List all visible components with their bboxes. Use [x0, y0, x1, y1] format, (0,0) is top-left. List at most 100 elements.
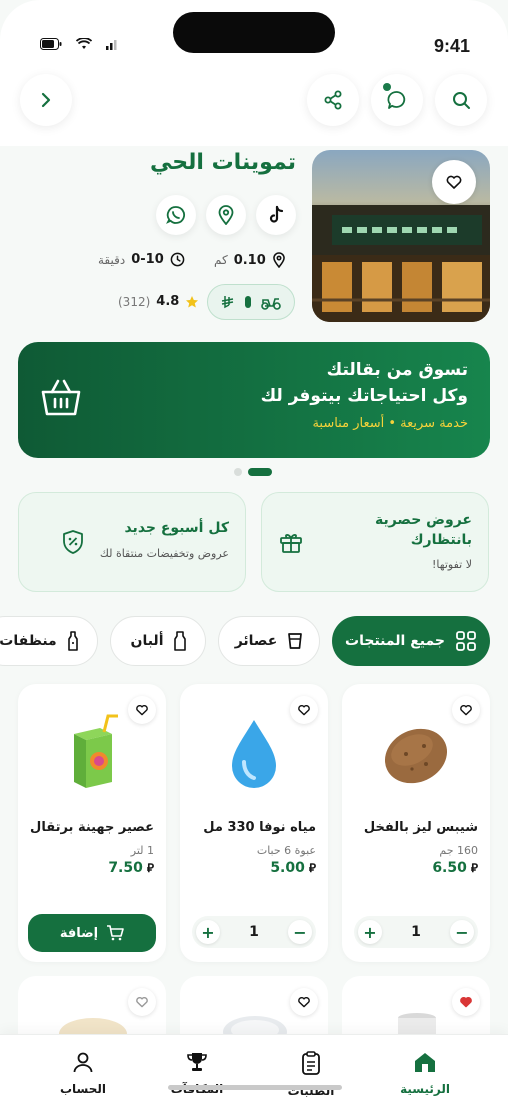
- favorite-button[interactable]: [128, 988, 156, 1016]
- delivery-scooter-icon: [261, 298, 281, 310]
- product-price: 6.50 ⃁: [432, 860, 478, 876]
- store-favorite-button[interactable]: [432, 160, 476, 204]
- decrease-button[interactable]: −: [450, 920, 474, 944]
- store-delivery-time: 0-10 دقيقة: [98, 252, 185, 267]
- potato-icon: [384, 728, 448, 784]
- decrease-button[interactable]: −: [288, 920, 312, 944]
- time-value: 0-10: [131, 252, 164, 267]
- quantity-value: 1: [411, 924, 421, 940]
- home-icon: [415, 1053, 435, 1072]
- wifi-icon: [76, 38, 92, 49]
- riyal-symbol: ⃁: [146, 861, 154, 875]
- product-name: شيبس ليز بالفخل: [363, 820, 478, 835]
- carousel-dots[interactable]: [234, 468, 272, 476]
- tab-juices[interactable]: عصائر: [218, 616, 320, 666]
- distance-unit: كم: [214, 253, 228, 267]
- promo-card-weekly[interactable]: كل أسبوع جديد عروض وتخفيضات منتقاة لك: [18, 492, 246, 592]
- back-button[interactable]: [20, 74, 72, 126]
- heart-icon: [446, 175, 462, 189]
- tab-label: جميع المنتجات: [345, 633, 445, 649]
- price-value: 5.00: [270, 860, 305, 876]
- riyal-symbol: ⃁: [308, 861, 316, 875]
- hero-banner[interactable]: تسوق من بقالتك وكل احتياجاتك بيتوفر لك خ…: [18, 342, 490, 458]
- spray-bottle-icon: [67, 631, 78, 651]
- tab-label: ألبان: [130, 633, 164, 649]
- nav-home[interactable]: الرئيسية: [380, 1051, 470, 1096]
- nav-orders[interactable]: الطلبات: [266, 1051, 356, 1098]
- whatsapp-icon: [166, 206, 185, 224]
- tab-dairy[interactable]: ألبان: [110, 616, 206, 666]
- carousel-dot[interactable]: [234, 468, 242, 476]
- product-price: 5.00 ⃁: [270, 860, 316, 876]
- battery-icon: [40, 38, 62, 50]
- heart-filled-icon: [460, 996, 472, 1008]
- price-value: 7.50: [108, 860, 143, 876]
- riyal-symbol: ⃁: [470, 861, 478, 875]
- nav-label: الحساب: [59, 1082, 107, 1096]
- tab-all-products[interactable]: جميع المنتجات: [332, 616, 490, 666]
- favorite-button[interactable]: [290, 988, 318, 1016]
- chat-icon: [387, 91, 406, 109]
- location-pin-icon: [218, 205, 234, 225]
- milk-bottle-icon: [173, 631, 186, 651]
- product-unit: 160 جم: [439, 844, 478, 857]
- discount-shield-icon: [63, 530, 83, 554]
- favorite-button[interactable]: [452, 696, 480, 724]
- share-icon: [324, 90, 342, 110]
- increase-button[interactable]: +: [196, 920, 220, 944]
- increase-button[interactable]: +: [358, 920, 382, 944]
- juice-box-icon: [74, 714, 118, 788]
- home-indicator: [168, 1085, 342, 1090]
- status-bar: 9:41: [0, 0, 508, 70]
- nav-account[interactable]: الحساب: [38, 1051, 128, 1096]
- quantity-value: 1: [249, 924, 259, 940]
- tiktok-button[interactable]: [256, 195, 296, 235]
- clock-icon: [170, 252, 185, 267]
- favorite-button-active[interactable]: [452, 988, 480, 1016]
- basket-icon: [41, 379, 81, 416]
- distance-value: 0.10: [233, 252, 266, 268]
- carousel-dot-active[interactable]: [248, 468, 272, 476]
- search-button[interactable]: [435, 74, 487, 126]
- tiktok-icon: [269, 205, 284, 223]
- gift-icon: [280, 534, 302, 553]
- whatsapp-button[interactable]: [156, 195, 196, 235]
- banner-line-2: وكل احتياجاتك بيتوفر لك: [260, 386, 468, 406]
- favorite-button[interactable]: [290, 696, 318, 724]
- heart-icon: [460, 704, 472, 716]
- store-image: [312, 150, 490, 322]
- product-card[interactable]: شيبس ليز بالفخل 160 جم 6.50 ⃁ + 1 −: [342, 684, 490, 962]
- promo-card-exclusive[interactable]: عروض حصرية بانتظارك لا تفوتها!: [261, 492, 489, 592]
- delivery-options-chip[interactable]: [207, 284, 295, 320]
- star-icon: [186, 295, 199, 307]
- store-rating: (312) 4.8: [118, 294, 199, 309]
- clipboard-icon: [302, 1051, 320, 1075]
- status-time: 9:41: [433, 36, 470, 56]
- nav-label: الرئيسية: [400, 1082, 450, 1096]
- heart-icon: [136, 704, 148, 716]
- quantity-stepper[interactable]: + 1 −: [192, 916, 316, 948]
- add-to-cart-button[interactable]: إضافة: [28, 914, 156, 952]
- status-icons: [40, 38, 120, 50]
- dynamic-island: [173, 12, 335, 53]
- product-price: 7.50 ⃁: [108, 860, 154, 876]
- product-card[interactable]: مياه نوفا 330 مل عبوة 6 حبات 5.00 ⃁ + 1 −: [180, 684, 328, 962]
- product-card[interactable]: عصير جهينة برتقال 1 لتر 7.50 ⃁ إضافة: [18, 684, 166, 962]
- cart-icon: [107, 925, 124, 941]
- share-button[interactable]: [307, 74, 359, 126]
- tab-label: منظفات: [0, 633, 57, 649]
- location-pin-icon: [272, 252, 285, 268]
- heart-icon: [298, 704, 310, 716]
- signal-icon: [106, 40, 117, 50]
- banner-line-1: تسوق من بقالتك: [326, 360, 468, 380]
- trophy-icon: [187, 1053, 207, 1071]
- notification-dot: [383, 83, 391, 91]
- location-button[interactable]: [206, 195, 246, 235]
- promo-title: عروض حصرية بانتظارك: [374, 512, 472, 548]
- tab-cleaners[interactable]: منظفات: [0, 616, 98, 666]
- favorite-button[interactable]: [128, 696, 156, 724]
- quantity-stepper[interactable]: + 1 −: [354, 916, 478, 948]
- user-icon: [73, 1052, 93, 1073]
- promo-subtitle: لا تفوتها!: [432, 558, 472, 572]
- chat-button[interactable]: [371, 74, 423, 126]
